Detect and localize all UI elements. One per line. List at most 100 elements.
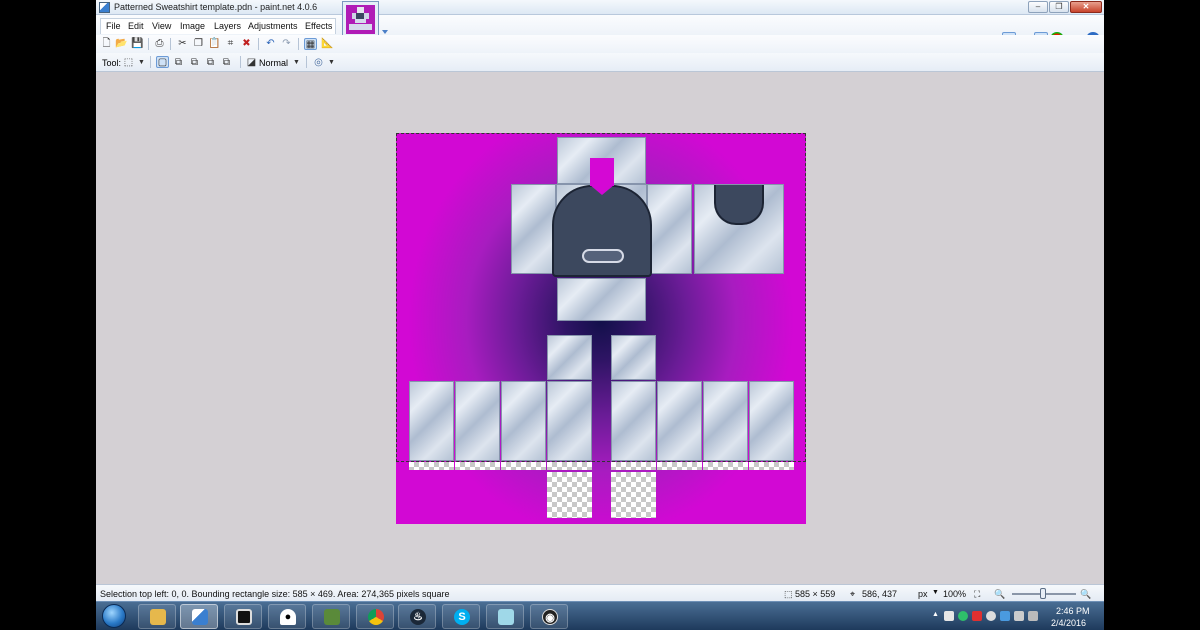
tray-app-icon[interactable] (972, 611, 982, 621)
zoom-slider-handle[interactable] (1040, 588, 1046, 599)
menu-file[interactable]: File (106, 21, 121, 31)
close-button[interactable]: ✕ (1070, 1, 1102, 13)
save-icon[interactable]: 💾 (131, 38, 144, 50)
antialiasing-dropdown-arrow-icon[interactable]: ▼ (325, 57, 338, 69)
transparent-area (749, 462, 794, 470)
selection-mode-invert-icon[interactable]: ⧉ (220, 57, 233, 69)
taskbar-ghost-app[interactable]: ● (268, 604, 306, 629)
volume-icon[interactable] (1014, 611, 1024, 621)
menu-layers[interactable]: Layers (214, 21, 241, 31)
redo-icon[interactable]: ↷ (280, 38, 293, 50)
thumb-tile (355, 19, 366, 23)
cut-icon[interactable]: ✂ (176, 38, 189, 50)
tray-flag-icon[interactable] (1028, 611, 1038, 621)
paint-net-app-icon[interactable] (99, 2, 110, 13)
canvas-workspace[interactable] (96, 72, 1104, 584)
transparent-area (547, 472, 592, 518)
skype-icon: S (454, 609, 470, 625)
steam-icon: ♨ (410, 609, 426, 625)
print-icon[interactable]: ⎙ (153, 38, 166, 50)
transparent-area (501, 462, 546, 470)
windows-icon[interactable] (944, 611, 954, 621)
obs-icon: ◉ (542, 609, 558, 625)
image-tab-thumbnail[interactable] (342, 1, 379, 37)
status-units[interactable]: px (918, 589, 928, 599)
main-toolbar: 🗋 📂 💾 ⎙ ✂ ❐ 📋 ⌗ ✖ ↶ ↷ ▦ 📐 (96, 35, 1104, 53)
selection-mode-exclude-icon[interactable]: ⧉ (188, 57, 201, 69)
transparent-area (409, 462, 454, 470)
start-button[interactable] (102, 604, 126, 628)
taskbar-notepad[interactable] (486, 604, 524, 629)
thumbnail-preview (346, 5, 375, 34)
network-icon[interactable] (1000, 611, 1010, 621)
taskbar-chrome[interactable] (356, 604, 394, 629)
window-title: Patterned Sweatshirt template.pdn - pain… (114, 2, 318, 12)
zoom-in-icon[interactable]: 🔍 (1080, 589, 1091, 600)
taskbar-skype[interactable]: S (442, 604, 480, 629)
toolbar-separator (150, 56, 151, 68)
taskbar-explorer[interactable] (138, 604, 176, 629)
windows-taskbar: ● ♨ S ◉ ▲ 2:46 PM 2/4/2016 (96, 601, 1104, 630)
image-size-icon: ⬚ (784, 589, 793, 599)
ghost-icon: ● (280, 609, 296, 625)
taskbar-obs[interactable]: ◉ (530, 604, 568, 629)
menu-view[interactable]: View (152, 21, 171, 31)
maximize-button[interactable]: ❐ (1049, 1, 1069, 13)
status-selection-info: Selection top left: 0, 0. Bounding recta… (100, 589, 450, 599)
clock-date[interactable]: 2/4/2016 (1051, 618, 1086, 628)
minimize-button[interactable]: – (1028, 1, 1048, 13)
tray-app-icon[interactable] (958, 611, 968, 621)
deselect-icon[interactable]: ✖ (240, 38, 253, 50)
zoom-out-icon[interactable]: 🔍 (994, 589, 1005, 600)
title-bar[interactable]: Patterned Sweatshirt template.pdn - pain… (96, 0, 1104, 15)
transparent-area (611, 472, 656, 518)
antialiasing-icon[interactable]: ◎ (312, 57, 325, 69)
paste-icon[interactable]: 📋 (208, 38, 221, 50)
tool-label: Tool: (102, 58, 122, 68)
toolbar-separator (240, 56, 241, 68)
rectangle-select-tool-icon[interactable]: ⬚ (122, 57, 135, 69)
tool-dropdown-arrow-icon[interactable]: ▼ (135, 57, 148, 69)
selection-mode-replace-icon[interactable]: ▢ (156, 56, 169, 68)
toolbar-separator (170, 38, 171, 50)
blend-mode-dropdown[interactable]: Normal (259, 58, 288, 68)
status-zoom: 100% (943, 589, 967, 599)
menu-adjustments[interactable]: Adjustments (248, 21, 298, 31)
status-image-size: 585 × 559 (795, 589, 836, 599)
image-canvas[interactable] (396, 133, 806, 524)
paint-net-window: Patterned Sweatshirt template.pdn - pain… (96, 0, 1104, 630)
status-cursor-position: 586, 437 (862, 589, 898, 599)
blend-mode-icon[interactable]: ◪ (245, 57, 258, 69)
pixel-grid-icon[interactable]: ▦ (304, 38, 317, 50)
taskbar-steam[interactable]: ♨ (398, 604, 436, 629)
steam-tray-icon[interactable] (986, 611, 996, 621)
chrome-icon (368, 609, 384, 625)
clock-time[interactable]: 2:46 PM (1056, 606, 1090, 616)
transparent-area (547, 462, 592, 470)
grass-block-icon (324, 609, 340, 625)
transparent-area (703, 462, 748, 470)
selection-mode-intersect-icon[interactable]: ⧉ (204, 57, 217, 69)
open-file-icon[interactable]: 📂 (115, 38, 128, 50)
menu-edit[interactable]: Edit (128, 21, 144, 31)
transparent-area (657, 462, 702, 470)
show-hidden-icons-arrow[interactable]: ▲ (932, 611, 942, 621)
toolbar-separator (148, 38, 149, 50)
cursor-position-icon: ⌖ (850, 589, 856, 599)
copy-icon[interactable]: ❐ (192, 38, 205, 50)
selection-mode-union-icon[interactable]: ⧉ (172, 57, 185, 69)
rulers-icon[interactable]: 📐 (321, 38, 334, 50)
undo-icon[interactable]: ↶ (264, 38, 277, 50)
taskbar-minecraft[interactable] (312, 604, 350, 629)
selection-marquee[interactable] (396, 133, 806, 462)
blend-mode-dropdown-arrow-icon[interactable]: ▼ (290, 57, 303, 69)
menu-effects[interactable]: Effects (305, 21, 332, 31)
units-dropdown-arrow-icon[interactable]: ▼ (932, 589, 939, 596)
taskbar-paint-net[interactable] (180, 604, 218, 629)
zoom-to-window-icon[interactable]: ⛶ (974, 589, 980, 600)
new-file-icon[interactable]: 🗋 (100, 38, 113, 50)
image-list-arrow-icon[interactable] (382, 30, 388, 34)
taskbar-media-player[interactable] (224, 604, 262, 629)
menu-image[interactable]: Image (180, 21, 205, 31)
crop-to-selection-icon[interactable]: ⌗ (224, 38, 237, 50)
